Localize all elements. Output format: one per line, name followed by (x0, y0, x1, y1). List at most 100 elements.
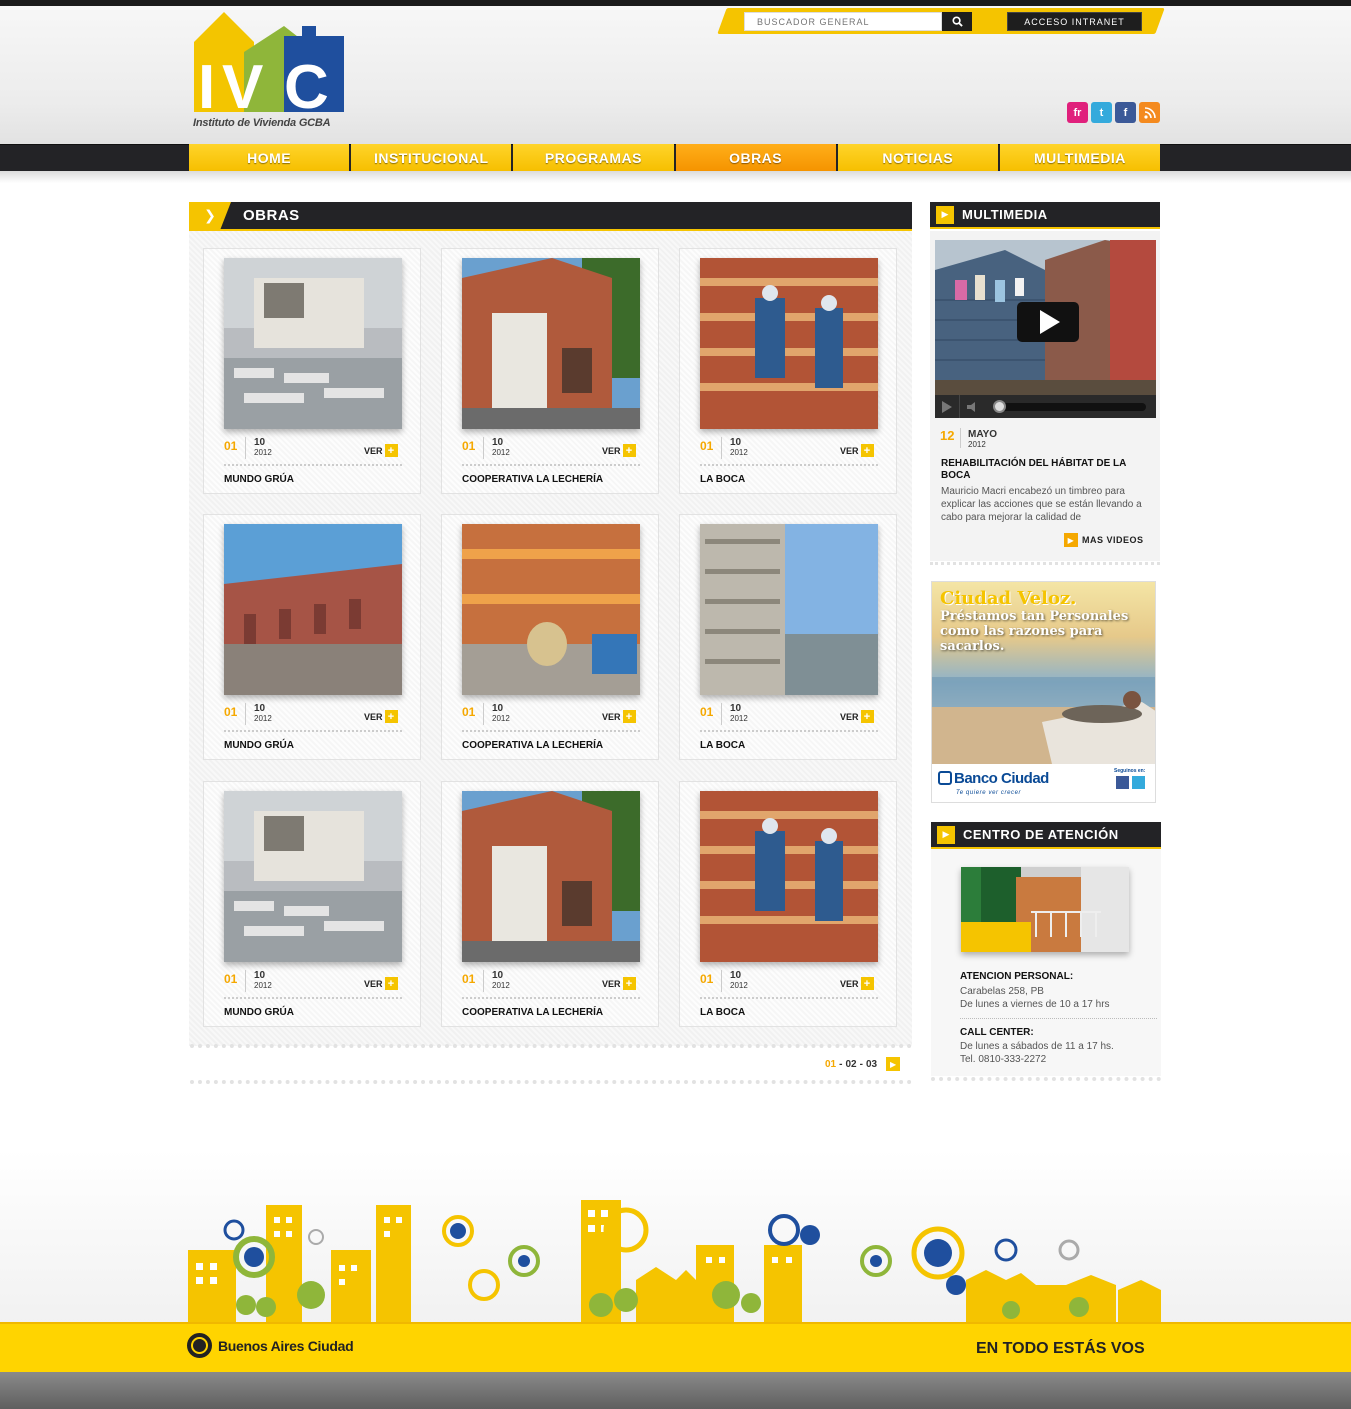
ver-link[interactable]: VER + (602, 710, 636, 723)
logo-tagline: Instituto de Vivienda GCBA (193, 117, 331, 129)
obra-photo[interactable] (224, 258, 402, 429)
obra-card[interactable]: 01 10 2012 VER + MUNDO GRÚA (203, 781, 421, 1027)
obra-card[interactable]: 01 10 2012 VER + LA BOCA (679, 781, 897, 1027)
ver-label: VER (840, 711, 859, 722)
nav-obras[interactable]: OBRAS (675, 144, 836, 171)
obra-month: 10 (730, 970, 742, 981)
nav-institucional[interactable]: INSTITUCIONAL (351, 144, 512, 171)
obra-card[interactable]: 01 10 2012 VER + COOPERATIVA LA LECHERÍA (441, 781, 659, 1027)
obra-year: 2012 (254, 981, 272, 990)
obra-title[interactable]: LA BOCA (700, 1007, 745, 1018)
play-icon[interactable] (935, 395, 959, 418)
ver-link[interactable]: VER + (840, 710, 874, 723)
obra-year: 2012 (730, 448, 748, 457)
rss-icon[interactable] (1139, 102, 1160, 123)
obra-title[interactable]: LA BOCA (700, 474, 745, 485)
ver-link[interactable]: VER + (840, 977, 874, 990)
progress-knob[interactable] (993, 399, 1006, 413)
obra-photo[interactable] (700, 258, 878, 429)
banner-footer: Banco Ciudad Te quiere ver crecer Seguin… (932, 764, 1155, 802)
obra-title[interactable]: MUNDO GRÚA (224, 1007, 294, 1018)
obra-day: 01 (224, 439, 238, 453)
nav-programas[interactable]: PROGRAMAS (513, 144, 674, 171)
ver-link[interactable]: VER + (602, 444, 636, 457)
facebook-icon[interactable] (1116, 776, 1129, 789)
obra-title[interactable]: COOPERATIVA LA LECHERÍA (462, 474, 603, 485)
arrow-icon: ▶ (1064, 533, 1078, 547)
twitter-icon[interactable]: t (1091, 102, 1112, 123)
buenos-aires-logo[interactable]: Buenos Aires Ciudad (187, 1333, 354, 1358)
page-2-link[interactable]: 02 (845, 1059, 856, 1070)
ver-link[interactable]: VER + (840, 444, 874, 457)
ver-link[interactable]: VER + (364, 710, 398, 723)
obra-month: 10 (492, 703, 504, 714)
nav-home[interactable]: HOME (189, 144, 350, 171)
date-separator (721, 970, 722, 992)
obra-photo[interactable] (462, 258, 640, 429)
obra-photo[interactable] (224, 524, 402, 695)
bank-follow-label: Seguinos en: (1114, 768, 1146, 774)
obra-card[interactable]: 01 10 2012 VER + COOPERATIVA LA LECHERÍA (441, 248, 659, 494)
obra-year: 2012 (730, 714, 748, 723)
obra-card[interactable]: 01 10 2012 VER + LA BOCA (679, 248, 897, 494)
obra-photo[interactable] (700, 524, 878, 695)
next-page-arrow-icon[interactable]: ▶ (886, 1057, 901, 1071)
plus-icon: + (860, 977, 874, 990)
ivc-logo[interactable]: I V C (192, 12, 352, 132)
volume-icon[interactable] (959, 395, 985, 418)
facebook-icon[interactable]: f (1115, 102, 1136, 123)
more-videos-link[interactable]: ▶ MAS VIDEOS (1064, 533, 1144, 547)
obra-title[interactable]: COOPERATIVA LA LECHERÍA (462, 740, 603, 751)
obra-day: 01 (700, 439, 714, 453)
multimedia-year: 2012 (968, 440, 986, 449)
nav-multimedia[interactable]: MULTIMEDIA (999, 144, 1161, 171)
banco-ciudad-banner[interactable]: Ciudad Veloz. Préstamos tan Personales c… (931, 581, 1156, 803)
friendfeed-icon[interactable]: fr (1067, 102, 1088, 123)
date-separator (245, 703, 246, 725)
ver-link[interactable]: VER + (602, 977, 636, 990)
obra-title[interactable]: COOPERATIVA LA LECHERÍA (462, 1007, 603, 1018)
search-button[interactable] (942, 12, 972, 31)
obra-month: 10 (492, 437, 504, 448)
obra-year: 2012 (492, 981, 510, 990)
obra-card[interactable]: 01 10 2012 VER + MUNDO GRÚA (203, 514, 421, 760)
intranet-button[interactable]: ACCESO INTRANET (1007, 12, 1142, 31)
multimedia-month: MAYO (968, 429, 998, 440)
video-play-button[interactable] (1017, 302, 1079, 342)
obra-photo[interactable] (224, 791, 402, 962)
ver-link[interactable]: VER + (364, 977, 398, 990)
obra-title[interactable]: MUNDO GRÚA (224, 740, 294, 751)
obra-photo[interactable] (462, 524, 640, 695)
multimedia-title: MULTIMEDIA (962, 207, 1048, 222)
svg-text:V: V (222, 53, 263, 122)
social-icons: fr t f (1067, 102, 1160, 123)
divider (462, 464, 640, 466)
nav-noticias[interactable]: NOTICIAS (837, 144, 998, 171)
obra-month: 10 (730, 703, 742, 714)
plus-icon: + (622, 444, 636, 457)
page-3-link[interactable]: 03 (866, 1059, 877, 1070)
svg-text:I: I (198, 53, 215, 122)
date-separator (721, 437, 722, 459)
ver-label: VER (840, 978, 859, 989)
obra-card[interactable]: 01 10 2012 VER + LA BOCA (679, 514, 897, 760)
obra-title[interactable]: MUNDO GRÚA (224, 474, 294, 485)
multimedia-headline[interactable]: REHABILITACIÓN DEL HÁBITAT DE LA BOCA (941, 458, 1146, 482)
obra-title[interactable]: LA BOCA (700, 740, 745, 751)
page-1-link[interactable]: 01 (825, 1059, 836, 1070)
ver-link[interactable]: VER + (364, 444, 398, 457)
obra-card[interactable]: 01 10 2012 VER + MUNDO GRÚA (203, 248, 421, 494)
obra-card[interactable]: 01 10 2012 VER + COOPERATIVA LA LECHERÍA (441, 514, 659, 760)
obra-photo[interactable] (700, 791, 878, 962)
progress-track[interactable] (993, 399, 1146, 413)
obra-photo[interactable] (462, 791, 640, 962)
twitter-icon[interactable] (1132, 776, 1145, 789)
bank-tagline: Te quiere ver crecer (956, 790, 1022, 796)
personal-label: ATENCION PERSONAL: (960, 971, 1074, 982)
obra-year: 2012 (492, 714, 510, 723)
divider (700, 730, 878, 732)
search-input[interactable] (744, 12, 942, 31)
obra-year: 2012 (254, 714, 272, 723)
ver-label: VER (364, 711, 383, 722)
banner-headline: Ciudad Veloz. (940, 588, 1077, 609)
